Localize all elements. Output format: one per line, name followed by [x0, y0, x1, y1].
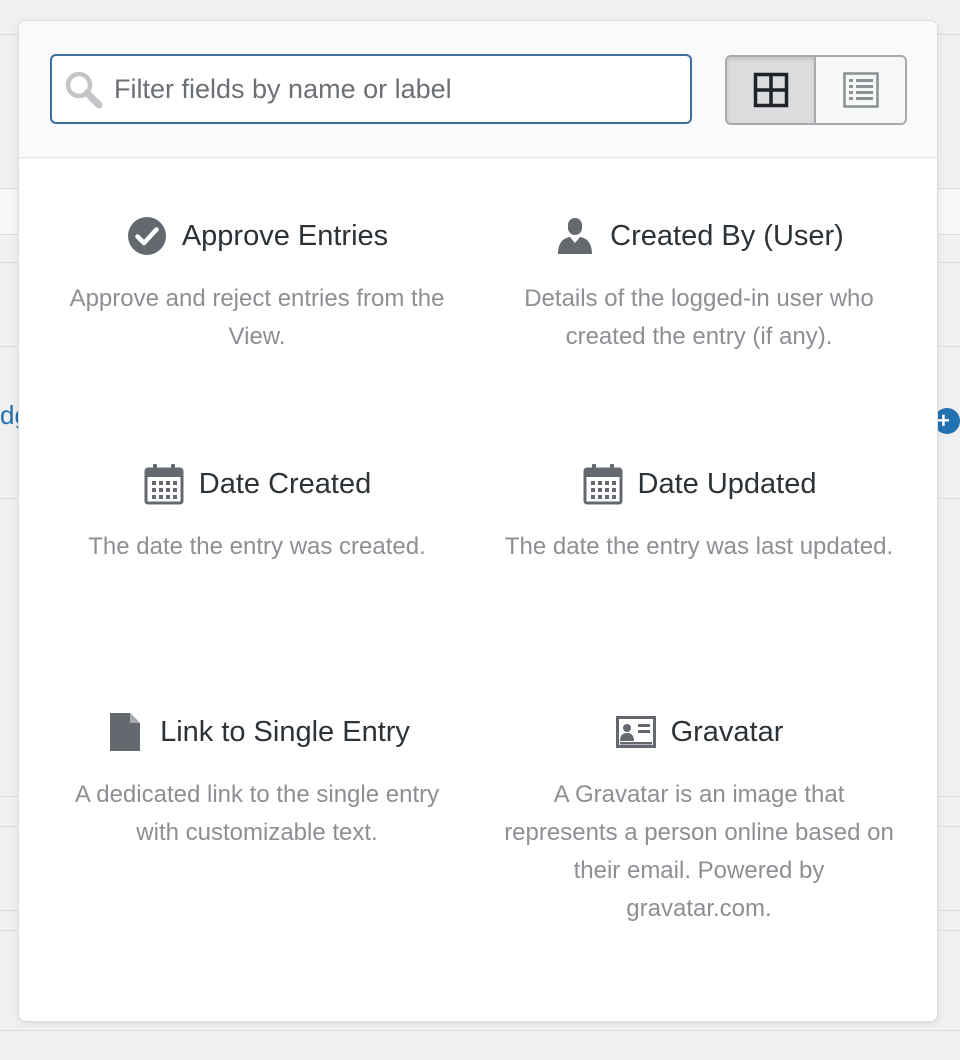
field-description: The date the entry was created. [88, 533, 426, 560]
check-circle-icon [126, 215, 168, 257]
field-date-created[interactable]: Date Created The date the entry was crea… [37, 460, 477, 566]
field-title: Date Updated [637, 467, 817, 500]
field-approve-entries[interactable]: Approve Entries Approve and reject entri… [37, 212, 477, 356]
field-created-by[interactable]: Created By (User) Details of the logged-… [479, 212, 919, 356]
calendar-icon [143, 463, 185, 505]
field-description: Details of the logged-in user who create… [524, 285, 874, 350]
field-title: Date Created [198, 467, 372, 500]
field-picker-popover: Approve Entries Approve and reject entri… [18, 20, 938, 1022]
user-icon [554, 215, 596, 257]
field-title: Approve Entries [181, 219, 389, 252]
field-grid: Approve Entries Approve and reject entri… [19, 21, 937, 1021]
field-description: A dedicated link to the single entry wit… [74, 781, 440, 846]
field-description: The date the entry was last updated. [504, 533, 894, 560]
field-gravatar[interactable]: Gravatar A Gravatar is an image that rep… [479, 708, 919, 928]
document-icon [104, 711, 146, 753]
field-title: Gravatar [670, 715, 784, 748]
field-title: Created By (User) [610, 219, 844, 252]
field-title: Link to Single Entry [160, 715, 410, 748]
field-link-single-entry[interactable]: Link to Single Entry A dedicated link to… [37, 708, 477, 852]
bg-partial-link[interactable]: dg [0, 400, 18, 431]
field-date-updated[interactable]: Date Updated The date the entry was last… [479, 460, 919, 566]
field-description: A Gravatar is an image that represents a… [504, 781, 894, 922]
id-card-icon [615, 711, 657, 753]
field-description: Approve and reject entries from the View… [69, 285, 445, 350]
bg-divider [0, 1030, 960, 1031]
calendar-icon [582, 463, 624, 505]
